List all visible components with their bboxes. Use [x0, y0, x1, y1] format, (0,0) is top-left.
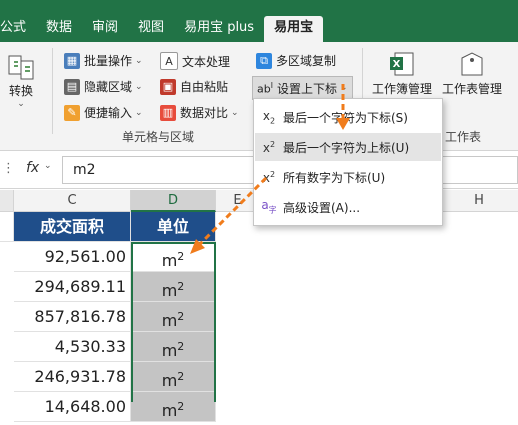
tab-data[interactable]: 数据 [36, 16, 82, 42]
multi-region-copy-button[interactable]: ⧉ 多区域复制 [256, 52, 336, 69]
chevron-down-icon: ⌄ [231, 107, 239, 118]
free-paste-icon: ▣ [160, 78, 176, 95]
menu-item-label: 最后一个字符为下标(S) [283, 110, 408, 125]
table-row-area-1[interactable]: 92,561.00 [14, 242, 131, 272]
tab-formulas[interactable]: 公式 [0, 16, 36, 42]
hide-region-label: 隐藏区域 [84, 80, 133, 94]
sheet-manager-button[interactable]: 工作表管理 [442, 50, 502, 97]
sub-sup-dropdown-menu: x2 最后一个字符为下标(S) x2 最后一个字符为上标(U) x2 所有数字为… [253, 98, 443, 226]
more-icon[interactable]: ⋮ [2, 161, 15, 176]
chevron-down-icon[interactable]: ⌄ [44, 161, 52, 171]
svg-text:X: X [393, 59, 401, 70]
hide-region-icon: ▤ [64, 78, 80, 95]
data-compare-button[interactable]: ▥ 数据对比 ⌄ [160, 104, 239, 121]
convert-label: 转换 [8, 84, 33, 98]
unit-base: m [161, 401, 178, 420]
quick-input-icon: ✎ [64, 104, 80, 121]
hide-region-button[interactable]: ▤ 隐藏区域 ⌄ [64, 78, 143, 95]
superscript-icon: x2 [262, 139, 276, 155]
batch-ops-label: 批量操作 [84, 54, 133, 68]
table-row-area-5[interactable]: 246,931.78 [14, 362, 131, 392]
ribbon-tab-bar: 公式 数据 审阅 视图 易用宝 plus 易用宝 [0, 0, 518, 42]
convert-button[interactable]: 转换 ⌄ [6, 52, 36, 109]
text-process-label: 文本处理 [182, 54, 231, 69]
menu-item-label: 最后一个字符为上标(U) [283, 140, 410, 155]
table-row-area-2[interactable]: 294,689.11 [14, 272, 131, 302]
free-paste-button[interactable]: ▣ 自由粘贴 [160, 78, 228, 95]
header-cell-unit[interactable]: 单位 [131, 212, 216, 242]
workbook-manager-button[interactable]: X 工作簿管理 [372, 50, 432, 97]
chevron-down-icon: ⌄ [135, 55, 143, 66]
header-cell-area[interactable]: 成交面积 [14, 212, 131, 242]
sub-sup-icon: abl [257, 80, 273, 96]
col-header-h[interactable]: H [440, 190, 518, 212]
fx-icon[interactable]: fx [26, 160, 39, 176]
sheet-manager-label: 工作表管理 [442, 82, 503, 96]
menu-item-advanced-settings[interactable]: a字 高级设置(A)... [255, 193, 441, 221]
workbook-manager-label: 工作簿管理 [372, 82, 433, 96]
multi-copy-label: 多区域复制 [276, 54, 337, 68]
group-label-cell-range: 单元格与区域 [122, 130, 195, 144]
menu-item-label: 所有数字为下标(U) [283, 170, 386, 185]
data-compare-icon: ▥ [160, 104, 176, 121]
selection-outline [131, 242, 216, 402]
convert-icon [8, 55, 34, 80]
table-row-area-4[interactable]: 4,530.33 [14, 332, 131, 362]
batch-ops-button[interactable]: ▦ 批量操作 ⌄ [64, 52, 143, 69]
subscript-icon: x2 [262, 108, 276, 126]
row-stub [0, 212, 14, 242]
chevron-down-icon: ⌄ [17, 99, 25, 109]
menu-item-label: 高级设置(A)... [283, 200, 361, 215]
free-paste-label: 自由粘贴 [180, 80, 229, 94]
chevron-down-icon: ⌄ [135, 107, 143, 118]
col-header-d[interactable]: D [131, 190, 216, 212]
excel-workbook-icon: X [390, 52, 414, 76]
col-header-c[interactable]: C [14, 190, 131, 212]
chevron-down-icon: ⌄ [339, 83, 348, 93]
text-process-icon: A [160, 52, 178, 70]
text-process-button[interactable]: A 文本处理 [160, 52, 230, 70]
tab-yiyongbao-plus[interactable]: 易用宝 plus [174, 16, 264, 42]
col-header-stub [0, 190, 14, 212]
multi-copy-icon: ⧉ [256, 52, 272, 69]
menu-item-all-digits-subscript[interactable]: x2 所有数字为下标(U) [255, 163, 441, 191]
data-compare-label: 数据对比 [180, 106, 229, 120]
sub-sup-button[interactable]: abl 设置上下标 ⌄ [252, 76, 353, 100]
divider [52, 48, 53, 134]
quick-input-button[interactable]: ✎ 便捷输入 ⌄ [64, 104, 143, 121]
table-row-area-6[interactable]: 14,648.00 [14, 392, 131, 422]
tab-yiyongbao[interactable]: 易用宝 [264, 16, 324, 42]
sub-sup-label: 设置上下标 [276, 81, 337, 96]
menu-item-last-char-subscript[interactable]: x2 最后一个字符为下标(S) [255, 103, 441, 131]
digits-subscript-icon: x2 [262, 169, 276, 185]
tab-review[interactable]: 审阅 [82, 16, 128, 42]
chevron-down-icon: ⌄ [135, 81, 143, 92]
tab-view[interactable]: 视图 [128, 16, 174, 42]
sheet-tag-icon [461, 52, 483, 76]
menu-item-last-char-superscript[interactable]: x2 最后一个字符为上标(U) [255, 133, 441, 161]
table-row-area-3[interactable]: 857,816.78 [14, 302, 131, 332]
batch-ops-icon: ▦ [64, 52, 80, 69]
quick-input-label: 便捷输入 [84, 106, 133, 120]
group-label-sheet: 工作表 [445, 130, 482, 144]
advanced-settings-icon: a字 [261, 198, 277, 215]
